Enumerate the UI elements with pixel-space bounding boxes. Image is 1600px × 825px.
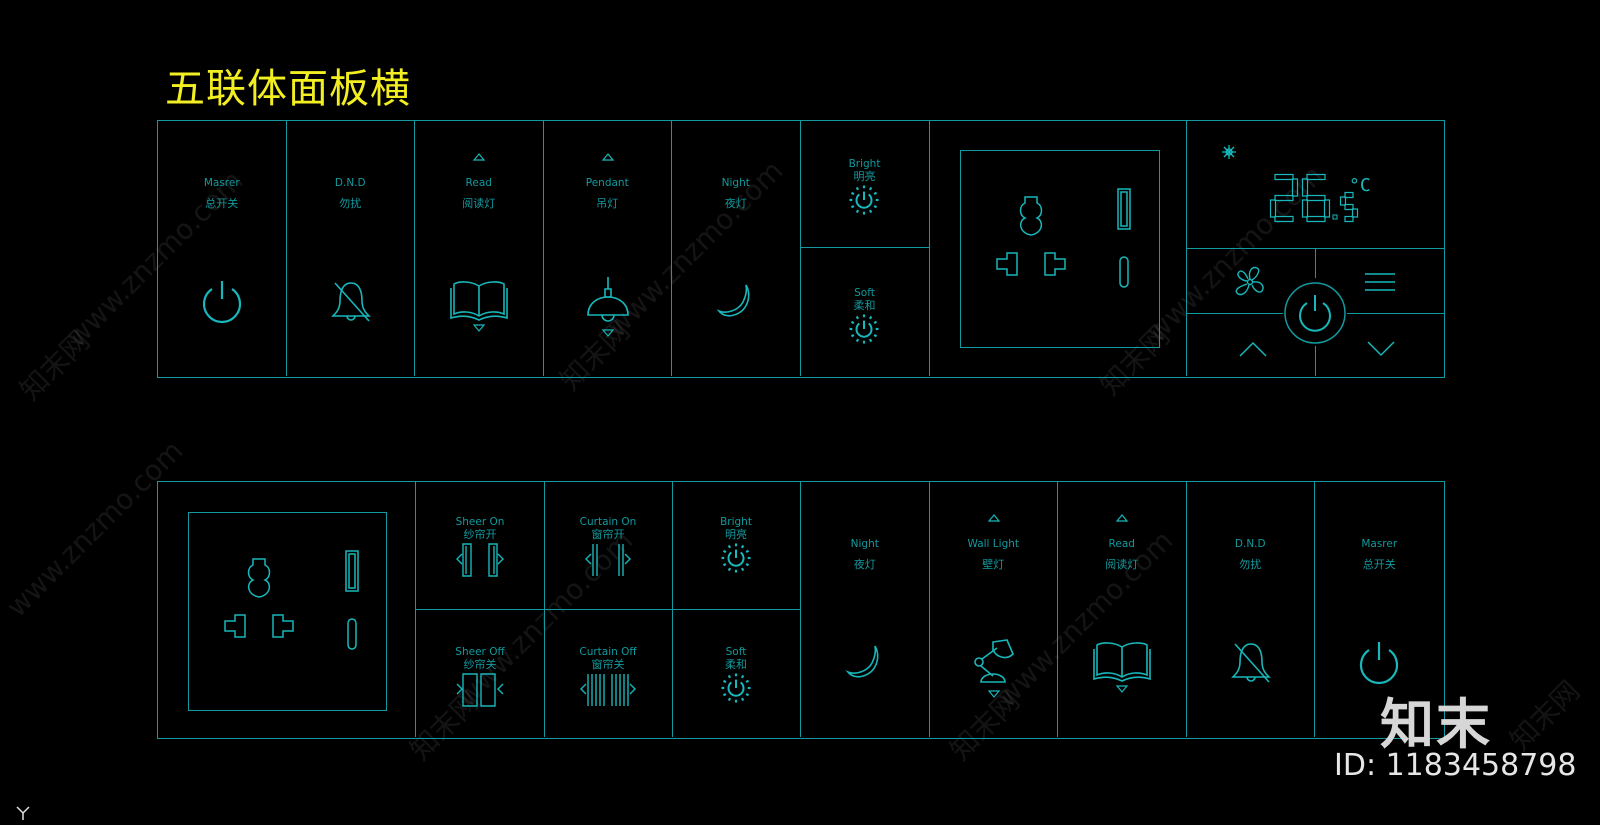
lcd-digit <box>1271 175 1298 222</box>
grid-label-cn: 柔和 <box>725 658 747 671</box>
switch-label-en: Read <box>465 177 492 189</box>
dimmer-bright-icon <box>721 543 751 573</box>
switch-read[interactable]: Read 阅读灯 <box>1058 482 1187 737</box>
dim-down-arrow-icon[interactable] <box>988 690 1000 698</box>
universal-socket-icon <box>961 151 1159 349</box>
dim-up-arrow-icon[interactable] <box>988 514 1000 522</box>
switch-dnd[interactable]: D.N.D 勿扰 <box>287 121 415 376</box>
dimmer-bright-icon <box>849 185 879 215</box>
moon-icon <box>845 642 885 682</box>
dimmer-label-cn: 柔和 <box>853 299 876 312</box>
switch-label-en: D.N.D <box>334 177 366 189</box>
switch-label-en: Wall Light <box>967 538 1020 550</box>
bottom-panel: Sheer On 纱帘开 Curtain On 窗帘开 Bright 明亮 Sh… <box>157 481 1445 739</box>
universal-socket-icon <box>189 513 387 711</box>
switch-night[interactable]: Night 夜灯 <box>672 121 801 376</box>
grid-button-curtain-on[interactable]: Curtain On 窗帘开 <box>544 482 672 609</box>
watermark-text: 知末网 <box>1503 674 1587 757</box>
corner-chevron-icon <box>16 806 30 820</box>
grid-label-cn: 窗帘开 <box>591 528 625 541</box>
dim-down-arrow-icon[interactable] <box>473 324 485 332</box>
switch-label-cn: 夜灯 <box>853 558 876 571</box>
asset-id: ID: 1183458798 <box>1334 748 1577 783</box>
lcd-decimal-point <box>1333 215 1337 219</box>
switch-walllight[interactable]: Wall Light 壁灯 <box>930 482 1058 737</box>
switch-label-cn: 阅读灯 <box>462 197 496 210</box>
dimmer-soft-icon <box>849 314 879 344</box>
grid-label-cn: 明亮 <box>725 528 747 541</box>
temperature-unit: °C <box>1349 175 1371 196</box>
switch-label-cn: 勿扰 <box>1239 558 1262 571</box>
book-icon <box>1092 641 1152 683</box>
dimmer-soft-button[interactable]: Soft 柔和 <box>800 247 929 376</box>
bell-off-icon <box>1227 638 1275 686</box>
top-panel: Bright 明亮 Soft 柔和 °C Masrer 总开关 D.N.D 勿扰… <box>157 120 1445 378</box>
dim-up-arrow-icon[interactable] <box>473 153 485 161</box>
switch-dnd[interactable]: D.N.D 勿扰 <box>1187 482 1315 737</box>
switch-label-cn: 吊灯 <box>596 197 619 210</box>
switch-label-cn: 壁灯 <box>982 558 1005 571</box>
grid-button-curtain-off[interactable]: Curtain Off 窗帘关 <box>544 609 672 736</box>
moon-icon <box>716 281 756 321</box>
bell-off-icon <box>327 277 375 325</box>
wall-lamp-icon <box>971 636 1017 688</box>
grid-button-sheer-on[interactable]: Sheer On 纱帘开 <box>416 482 544 609</box>
socket-faceplate <box>960 150 1160 348</box>
sheer-open-icon <box>455 543 505 577</box>
switch-label-cn: 阅读灯 <box>1105 558 1139 571</box>
grid-button-bright[interactable]: Bright 明亮 <box>672 482 800 609</box>
up-chevron-icon[interactable] <box>1239 341 1267 357</box>
down-chevron-icon[interactable] <box>1367 341 1395 357</box>
power-icon <box>198 277 246 325</box>
lcd-digit <box>1303 175 1330 222</box>
switch-label-en: Masrer <box>203 177 240 189</box>
thermostat-power-button[interactable] <box>1283 281 1347 345</box>
switch-label-cn: 总开关 <box>205 197 239 210</box>
drawing-title: 五联体面板横 <box>165 66 411 112</box>
thermostat-cell: °C <box>1187 121 1444 376</box>
socket-cell <box>930 121 1187 376</box>
socket-faceplate <box>188 512 387 711</box>
switch-label-en: Night <box>850 538 879 550</box>
book-icon <box>449 280 509 322</box>
grid-button-soft[interactable]: Soft 柔和 <box>672 609 800 736</box>
power-icon <box>1355 638 1403 686</box>
menu-icon[interactable] <box>1365 273 1395 291</box>
switch-label-en: Pendant <box>585 177 629 189</box>
dimmer-bright-button[interactable]: Bright 明亮 <box>800 121 929 247</box>
pendant-lamp-icon <box>584 275 632 327</box>
lcd-digit <box>1341 193 1358 222</box>
grid-label-cn: 窗帘关 <box>591 658 625 671</box>
switch-label-cn: 勿扰 <box>339 197 362 210</box>
switch-label-cn: 夜灯 <box>724 197 747 210</box>
switch-label-cn: 总开关 <box>1362 558 1396 571</box>
curtain-close-icon <box>580 673 636 707</box>
switch-read[interactable]: Read 阅读灯 <box>415 121 544 376</box>
grid-label-cn: 纱帘关 <box>463 658 497 671</box>
fan-icon[interactable] <box>1233 265 1267 299</box>
switch-night[interactable]: Night 夜灯 <box>801 482 930 737</box>
dimmer-cell: Bright 明亮 Soft 柔和 <box>800 121 930 376</box>
grid-button-sheer-off[interactable]: Sheer Off 纱帘关 <box>416 609 544 736</box>
switch-label-en: Masrer <box>1361 538 1398 550</box>
curtain-grid: Sheer On 纱帘开 Curtain On 窗帘开 Bright 明亮 Sh… <box>416 482 801 737</box>
switch-masrer[interactable]: Masrer 总开关 <box>158 121 287 376</box>
curtain-open-icon <box>583 543 633 577</box>
dimmer-soft-icon <box>721 673 751 703</box>
dim-up-arrow-icon[interactable] <box>602 153 614 161</box>
switch-label-en: D.N.D <box>1234 538 1266 550</box>
dim-up-arrow-icon[interactable] <box>1116 514 1128 522</box>
snowflake-icon <box>1221 144 1237 160</box>
watermark-text: 知末网 <box>13 324 97 407</box>
switch-label-en: Night <box>721 177 750 189</box>
dim-down-arrow-icon[interactable] <box>1116 685 1128 693</box>
switch-pendant[interactable]: Pendant 吊灯 <box>544 121 672 376</box>
grid-label-cn: 纱帘开 <box>463 528 497 541</box>
dim-down-arrow-icon[interactable] <box>602 329 614 337</box>
sheer-close-icon <box>455 673 505 707</box>
switch-label-en: Read <box>1108 538 1135 550</box>
socket-cell <box>158 482 416 737</box>
dimmer-label-cn: 明亮 <box>853 170 876 183</box>
